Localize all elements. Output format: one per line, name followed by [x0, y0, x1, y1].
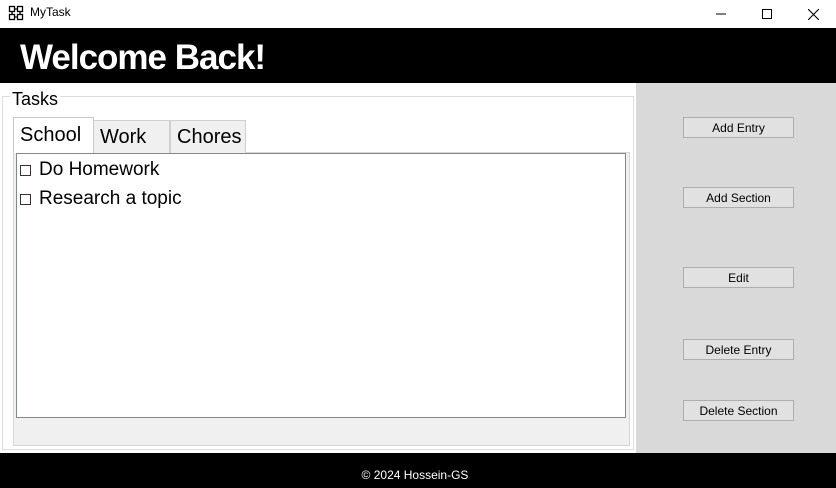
- add-section-button[interactable]: Add Section: [683, 187, 794, 208]
- task-label: Research a topic: [39, 188, 182, 209]
- tab-label: Work: [100, 126, 147, 148]
- tab-label: Chores: [177, 126, 242, 148]
- list-item[interactable]: Do Homework: [20, 158, 159, 182]
- close-icon: [807, 8, 819, 20]
- window-title: MyTask: [30, 5, 71, 19]
- checkbox[interactable]: [20, 193, 31, 205]
- welcome-header: Welcome Back!: [0, 28, 836, 83]
- page-title: Welcome Back!: [20, 38, 266, 77]
- footer: © 2024 Hossein-GS: [0, 453, 836, 488]
- task-label: Do Homework: [39, 159, 160, 180]
- minimize-icon: [716, 13, 726, 15]
- minimize-button[interactable]: [698, 0, 744, 28]
- checkbox[interactable]: [20, 164, 31, 176]
- delete-section-button[interactable]: Delete Section: [683, 400, 794, 421]
- tab-school[interactable]: School: [13, 117, 94, 153]
- list-item[interactable]: Research a topic: [20, 187, 182, 211]
- add-entry-button[interactable]: Add Entry: [683, 117, 794, 138]
- window-titlebar: MyTask: [0, 0, 836, 28]
- copyright-text: © 2024 Hossein-GS: [361, 468, 469, 482]
- maximize-icon: [762, 9, 772, 19]
- task-checklist[interactable]: Do Homework Research a topic: [16, 153, 626, 418]
- tasks-group-label: Tasks: [10, 89, 61, 110]
- edit-button[interactable]: Edit: [683, 267, 794, 288]
- tab-chores[interactable]: Chores: [170, 120, 246, 154]
- close-button[interactable]: [790, 0, 836, 28]
- tab-work[interactable]: Work: [93, 120, 170, 154]
- delete-entry-button[interactable]: Delete Entry: [683, 339, 794, 360]
- tab-label: School: [20, 124, 82, 146]
- app-icon: [8, 5, 24, 21]
- maximize-button[interactable]: [744, 0, 790, 28]
